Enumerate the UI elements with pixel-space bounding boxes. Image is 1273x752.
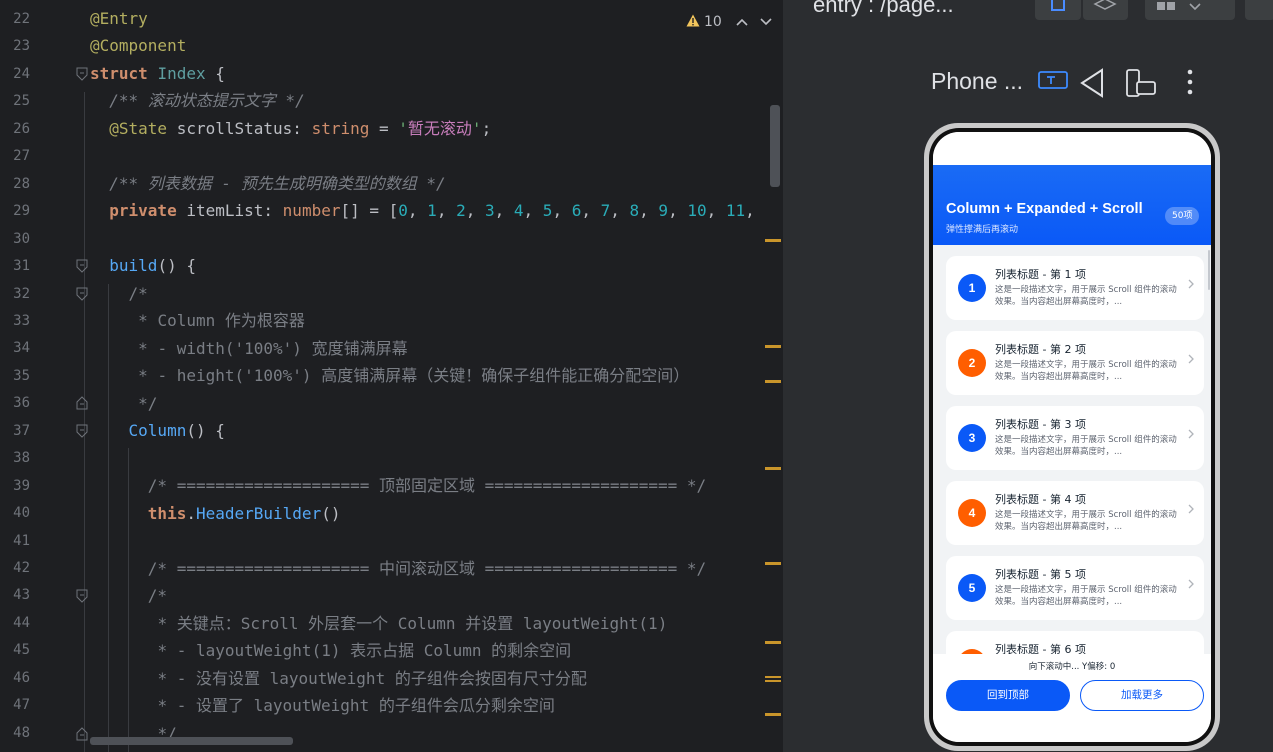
- text-inspect-icon[interactable]: [1038, 68, 1068, 94]
- app-title: Column + Expanded + Scroll: [946, 201, 1143, 217]
- item-description: 这是一段描述文字，用于展示 Scroll 组件的滚动效果。当内容超出屏幕高度时，…: [995, 435, 1177, 457]
- device-name[interactable]: Phone ...: [931, 68, 1023, 95]
- item-number-badge: 5: [958, 574, 986, 602]
- item-count-badge: 50项: [1165, 207, 1200, 225]
- code-line-26: @State scrollStatus: string = '暂无滚动';: [109, 119, 492, 138]
- list-item[interactable]: 6列表标题 - 第 6 项这是一段描述文字，用于展示 Scroll 组件的滚动效…: [946, 631, 1204, 654]
- list-item[interactable]: 2 列表标题 - 第 2 项这是一段描述文字，用于展示 Scroll 组件的滚动效…: [946, 331, 1204, 395]
- chevron-right-icon: [1188, 278, 1194, 292]
- back-to-top-button[interactable]: 回到顶部: [946, 680, 1070, 711]
- warnings-count: 10: [704, 13, 722, 30]
- layout-select-button[interactable]: [1145, 0, 1235, 20]
- rotate-device-icon[interactable]: [1125, 68, 1157, 102]
- next-highlight-icon[interactable]: [760, 15, 772, 29]
- code-line-42: /* ==================== 中间滚动区域 =========…: [147, 559, 707, 578]
- back-icon[interactable]: [1079, 68, 1105, 102]
- code-line-24: struct Index {: [90, 64, 225, 83]
- warning-stripe-mark[interactable]: [765, 641, 781, 644]
- chevron-right-icon: [1188, 578, 1194, 592]
- code-line-44: * 关键点：Scroll 外层套一个 Column 并设置 layoutWeig…: [157, 614, 668, 633]
- list-item[interactable]: 4 列表标题 - 第 4 项这是一段描述文字，用于展示 Scroll 组件的滚动效…: [946, 481, 1204, 545]
- item-description: 这是一段描述文字，用于展示 Scroll 组件的滚动效果。当内容超出屏幕高度时，…: [995, 360, 1177, 382]
- item-title: 列表标题 - 第 1 项: [995, 268, 1086, 281]
- code-line-46: * - 没有设置 layoutWeight 的子组件会按固有尺寸分配: [157, 669, 587, 688]
- item-title: 列表标题 - 第 2 项: [995, 343, 1086, 356]
- scroll-list[interactable]: 1 列表标题 - 第 1 项这是一段描述文字，用于展示 Scroll 组件的滚动效…: [933, 244, 1211, 654]
- editor-vertical-scrollbar[interactable]: [770, 105, 780, 187]
- inspector-toggle-button[interactable]: [1035, 0, 1081, 20]
- previewer-title: entry : /page...: [813, 0, 954, 17]
- code-line-37: Column() {: [128, 421, 225, 440]
- fold-marker-icon[interactable]: [76, 67, 88, 81]
- phone-frame: Column + Expanded + Scroll 弹性撑满后再滚动 50项 …: [924, 123, 1220, 751]
- fold-end-marker-icon[interactable]: [76, 727, 88, 741]
- app-header-banner: Column + Expanded + Scroll 弹性撑满后再滚动 50项: [933, 165, 1211, 245]
- list-item[interactable]: 5 列表标题 - 第 5 项这是一段描述文字，用于展示 Scroll 组件的滚动效…: [946, 556, 1204, 620]
- fold-marker-icon[interactable]: [76, 287, 88, 301]
- fold-marker-icon[interactable]: [76, 424, 88, 438]
- item-title: 列表标题 - 第 4 项: [995, 493, 1086, 506]
- code-line-28: /** 列表数据 - 预先生成明确类型的数组 */: [109, 174, 446, 193]
- warning-stripe-mark[interactable]: [765, 676, 781, 678]
- item-number-badge: 3: [958, 424, 986, 452]
- scroll-status-text: 向下滚动中... Y偏移: 0: [1028, 662, 1116, 672]
- load-more-button[interactable]: 加载更多: [1080, 680, 1204, 711]
- chevron-right-icon: [1188, 353, 1194, 367]
- warning-stripe-mark[interactable]: [765, 562, 781, 565]
- phone-screen: Column + Expanded + Scroll 弹性撑满后再滚动 50项 …: [933, 132, 1211, 742]
- warning-stripe-mark[interactable]: [765, 239, 781, 242]
- code-line-29: private itemList: number[] = [0, 1, 2, 3…: [109, 201, 755, 220]
- code-line-33: * Column 作为根容器: [138, 311, 305, 330]
- code-line-36: */: [138, 394, 158, 413]
- code-line-39: /* ==================== 顶部固定区域 =========…: [147, 476, 707, 495]
- fold-marker-icon[interactable]: [76, 589, 88, 603]
- code-line-43: /*: [147, 586, 168, 605]
- item-description: 这是一段描述文字，用于展示 Scroll 组件的滚动效果。当内容超出屏幕高度时，…: [995, 585, 1177, 607]
- app-subtitle: 弹性撑满后再滚动: [946, 225, 1019, 235]
- previous-highlight-icon[interactable]: [736, 15, 748, 29]
- code-area[interactable]: @Entry @Component struct Index { /** 滚动状…: [0, 0, 783, 752]
- code-line-45: * - layoutWeight(1) 表示占据 Column 的剩余空间: [157, 641, 572, 660]
- phone-bezel: Column + Expanded + Scroll 弹性撑满后再滚动 50项 …: [929, 128, 1215, 746]
- warning-stripe-mark[interactable]: [765, 467, 781, 470]
- more-options-icon[interactable]: [1185, 68, 1195, 102]
- warning-stripe-mark[interactable]: [765, 713, 781, 716]
- item-description: 这是一段描述文字，用于展示 Scroll 组件的滚动效果。当内容超出屏幕高度时，…: [995, 285, 1177, 307]
- chevron-right-icon: [1188, 428, 1194, 442]
- app-header: Column + Expanded + Scroll 弹性撑满后再滚动 50项: [933, 132, 1211, 245]
- more-toolbar-button[interactable]: [1245, 0, 1273, 20]
- code-line-23: @Component: [90, 36, 187, 55]
- layers-button[interactable]: [1083, 0, 1128, 20]
- code-line-34: * - width('100%') 宽度铺满屏幕: [138, 339, 408, 358]
- warning-stripe-mark[interactable]: [765, 380, 781, 383]
- code-line-32: /*: [128, 284, 148, 303]
- warnings-indicator[interactable]: 10: [686, 12, 772, 31]
- item-title: 列表标题 - 第 5 项: [995, 568, 1086, 581]
- app-footer: 向下滚动中... Y偏移: 0 回到顶部 加载更多: [933, 654, 1211, 742]
- warning-icon: [686, 12, 700, 31]
- item-description: 这是一段描述文字，用于展示 Scroll 组件的滚动效果。当内容超出屏幕高度时，…: [995, 510, 1177, 532]
- chevron-right-icon: [1188, 503, 1194, 517]
- list-scrollbar[interactable]: [1208, 250, 1210, 290]
- item-number-badge: 2: [958, 349, 986, 377]
- fold-end-marker-icon[interactable]: [76, 396, 88, 410]
- code-line-31: build() {: [109, 256, 196, 275]
- code-line-40: this.HeaderBuilder(): [147, 504, 341, 523]
- warning-stripe-mark[interactable]: [765, 345, 781, 348]
- item-title: 列表标题 - 第 6 项: [995, 643, 1086, 654]
- item-number-badge: 1: [958, 274, 986, 302]
- warning-stripe-mark[interactable]: [765, 680, 781, 682]
- code-line-25: /** 滚动状态提示文字 */: [109, 91, 305, 110]
- item-title: 列表标题 - 第 3 项: [995, 418, 1086, 431]
- code-line-22: @Entry: [90, 9, 148, 28]
- code-line-35: * - height('100%') 高度铺满屏幕（关键！确保子组件能正确分配空…: [138, 366, 690, 385]
- list-item[interactable]: 3 列表标题 - 第 3 项这是一段描述文字，用于展示 Scroll 组件的滚动效…: [946, 406, 1204, 470]
- code-editor[interactable]: 22 23 24 25 26 27 28 29 30 31 32 33 34 35 36 37 38 39 40 41…: [0, 0, 783, 752]
- item-number-badge: 4: [958, 499, 986, 527]
- previewer-panel: entry : /page... Phone ... Column + Expa…: [783, 0, 1273, 752]
- editor-horizontal-scrollbar[interactable]: [90, 737, 293, 745]
- fold-marker-icon[interactable]: [76, 259, 88, 273]
- code-line-47: * - 设置了 layoutWeight 的子组件会瓜分剩余空间: [157, 696, 555, 715]
- list-item[interactable]: 1 列表标题 - 第 1 项这是一段描述文字，用于展示 Scroll 组件的滚动效…: [946, 256, 1204, 320]
